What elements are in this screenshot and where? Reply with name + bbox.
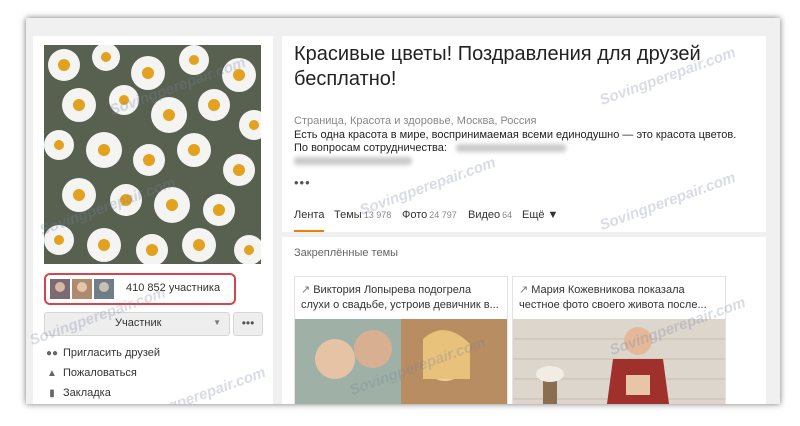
contact-name-blurred [456,144,566,153]
tab-more-label: Ещё ▼ [522,209,559,221]
member-status-label: Участник [115,317,162,329]
people-icon: ●● [46,348,59,359]
chevron-down-icon: ▼ [213,318,221,327]
group-cover-image[interactable] [44,45,261,264]
tab-photos[interactable]: Фото 24 797 [402,209,457,221]
contact-url-blurred[interactable] [294,157,412,166]
bookmark-label: Закладка [63,387,111,399]
pinned-topic-title: Виктория Лопырева подогрела слухи о свад… [301,284,499,311]
contact-link-line [294,155,412,167]
members-counter[interactable]: 410 852 участника [44,273,236,305]
pinned-topic-text[interactable]: ↗ Виктория Лопырева подогрела слухи о сва… [301,283,501,313]
tab-topics-count: 13 978 [363,210,392,220]
invite-friends-label: Пригласить друзей [63,347,161,359]
page-title: Красивые цветы! Поздравления для друзей … [294,43,701,90]
pinned-topic-card[interactable]: ↗ Мария Кожевникова показала честное фото… [512,276,726,404]
tab-videos-label: Видео [468,209,501,221]
contact-line: По вопросам сотрудничества: [294,142,566,154]
member-avatar[interactable] [72,279,92,299]
bookmark-icon: ▮ [49,388,55,399]
tab-feed[interactable]: Лента [294,209,324,221]
bookmark-link[interactable]: ▮ Закладка [46,387,111,399]
invite-friends-link[interactable]: ●● Пригласить друзей [46,347,160,359]
members-count[interactable]: 410 852 участника [126,282,220,294]
group-category[interactable]: Страница, Красота и здоровье, Москва, Ро… [294,115,537,127]
tab-topics-label: Темы [334,209,362,221]
member-avatar[interactable] [50,279,70,299]
pinned-topics: Закреплённые темы ↗ Виктория Лопырева под… [282,237,766,404]
group-header: Красивые цветы! Поздравления для друзей … [282,36,766,232]
group-sidebar: 410 852 участника Участник ▼ ••• ●● Пригл… [33,36,273,404]
tab-more[interactable]: Ещё ▼ [522,209,558,221]
report-link[interactable]: ▲ Пожаловаться [46,367,137,379]
tab-videos[interactable]: Видео 64 [468,209,512,221]
report-label: Пожаловаться [63,367,137,379]
external-link-icon: ↗ [301,284,311,296]
group-description: Есть одна красота в мире, воспринимаемая… [294,129,737,141]
pinned-topic-title: Мария Кожевникова показала честное фото … [519,284,707,311]
pinned-topic-text[interactable]: ↗ Мария Кожевникова показала честное фото… [519,283,719,313]
pinned-topic-card[interactable]: ↗ Виктория Лопырева подогрела слухи о сва… [294,276,508,404]
member-status-button[interactable]: Участник ▼ [44,312,230,336]
expand-description-button[interactable]: ••• [294,175,311,190]
warning-icon: ▲ [47,368,57,379]
more-options-button[interactable]: ••• [233,312,263,336]
tab-photos-label: Фото [402,209,428,221]
pinned-topic-image[interactable] [295,319,507,404]
tab-photos-count: 24 797 [429,210,457,220]
external-link-icon: ↗ [519,284,529,296]
browser-page: 410 852 участника Участник ▼ ••• ●● Пригл… [26,18,780,404]
contact-label: По вопросам сотрудничества: [294,142,447,154]
active-tab-indicator [294,230,324,232]
pinned-topics-heading: Закреплённые темы [294,247,399,259]
member-avatar[interactable] [94,279,114,299]
tab-videos-count: 64 [502,210,513,220]
tab-feed-label: Лента [294,209,325,221]
tab-topics[interactable]: Темы 13 978 [334,209,391,221]
pinned-topic-image[interactable] [513,319,725,404]
